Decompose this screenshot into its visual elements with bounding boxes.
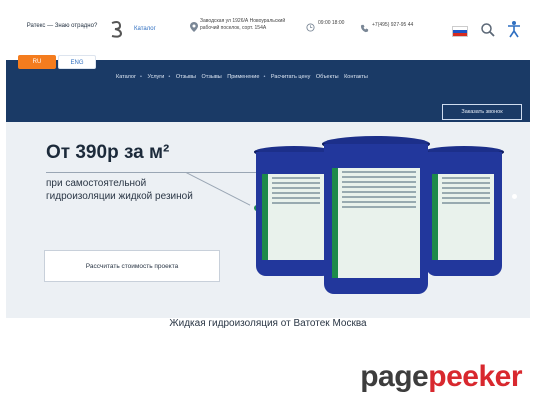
nav-separator: • (140, 74, 142, 80)
catalog-link[interactable]: Каталог (134, 26, 156, 32)
nav-item-objects[interactable]: Объекты (316, 74, 339, 80)
logo-icon[interactable] (110, 20, 124, 38)
nav-separator: • (263, 74, 266, 80)
nav-separator: • (168, 74, 171, 80)
brand-tagline[interactable]: Ратекс — Знаю отрадно? (22, 22, 102, 30)
product-bucket-center (322, 136, 430, 294)
nav-item-services[interactable]: Услуги (147, 74, 164, 80)
search-icon[interactable] (480, 22, 496, 38)
nav-item-application[interactable]: Применение (227, 74, 259, 80)
accessibility-icon[interactable] (505, 20, 523, 38)
product-bucket-right (424, 146, 504, 276)
product-bucket-left (254, 146, 334, 276)
page: Ратекс — Знаю отрадно? Каталог Заводская… (0, 0, 536, 403)
clock-icon (306, 23, 315, 32)
nav-item-catalog[interactable]: Каталог (116, 74, 136, 80)
nav-item-reviews[interactable]: Отзывы (176, 74, 196, 80)
watermark-text: pagepeeker (360, 360, 522, 393)
nav-item-calc-price[interactable]: Расчитать цену (271, 74, 310, 80)
phone-icon (360, 24, 369, 33)
hero-title: От 390р за м² (46, 142, 170, 163)
hero-divider (46, 172, 256, 173)
nav-item-reviews-2[interactable]: Отзывы (202, 74, 222, 80)
main-nav: Каталог • Услуги • Отзывы Отзывы Применени… (6, 60, 530, 122)
section-heading: Жидкая гидроизоляция от Ватотек Москва (169, 318, 367, 329)
calc-price-button[interactable]: Рассчитать стоимость проекта (44, 250, 220, 282)
lang-ru-button[interactable]: RU (18, 55, 56, 69)
hours-text: 09:00 18:00 (318, 20, 345, 26)
flag-ru-icon[interactable] (452, 26, 468, 37)
watermark: pagepeeker (318, 352, 536, 403)
hero-banner: От 390р за м² при самостоятельной гидрои… (6, 122, 530, 318)
site-header: Ратекс — Знаю отрадно? Каталог Заводская… (0, 0, 536, 60)
map-pin-icon (190, 22, 198, 32)
slider-dot[interactable] (512, 194, 517, 199)
lang-en-button[interactable]: ENG (58, 55, 96, 69)
hero-subtitle: при самостоятельной гидроизоляции жидкой… (46, 178, 193, 202)
address-text: Заводская ул 1926/А Новоуральский рабочи… (200, 18, 286, 31)
nav-item-contacts[interactable]: Контакты (344, 74, 368, 80)
nav-menu: Каталог • Услуги • Отзывы Отзывы Применени… (116, 74, 372, 80)
phone-text[interactable]: +7(495) 927-95 44 (372, 22, 438, 29)
callback-button[interactable]: Заказать звонок (442, 104, 522, 120)
